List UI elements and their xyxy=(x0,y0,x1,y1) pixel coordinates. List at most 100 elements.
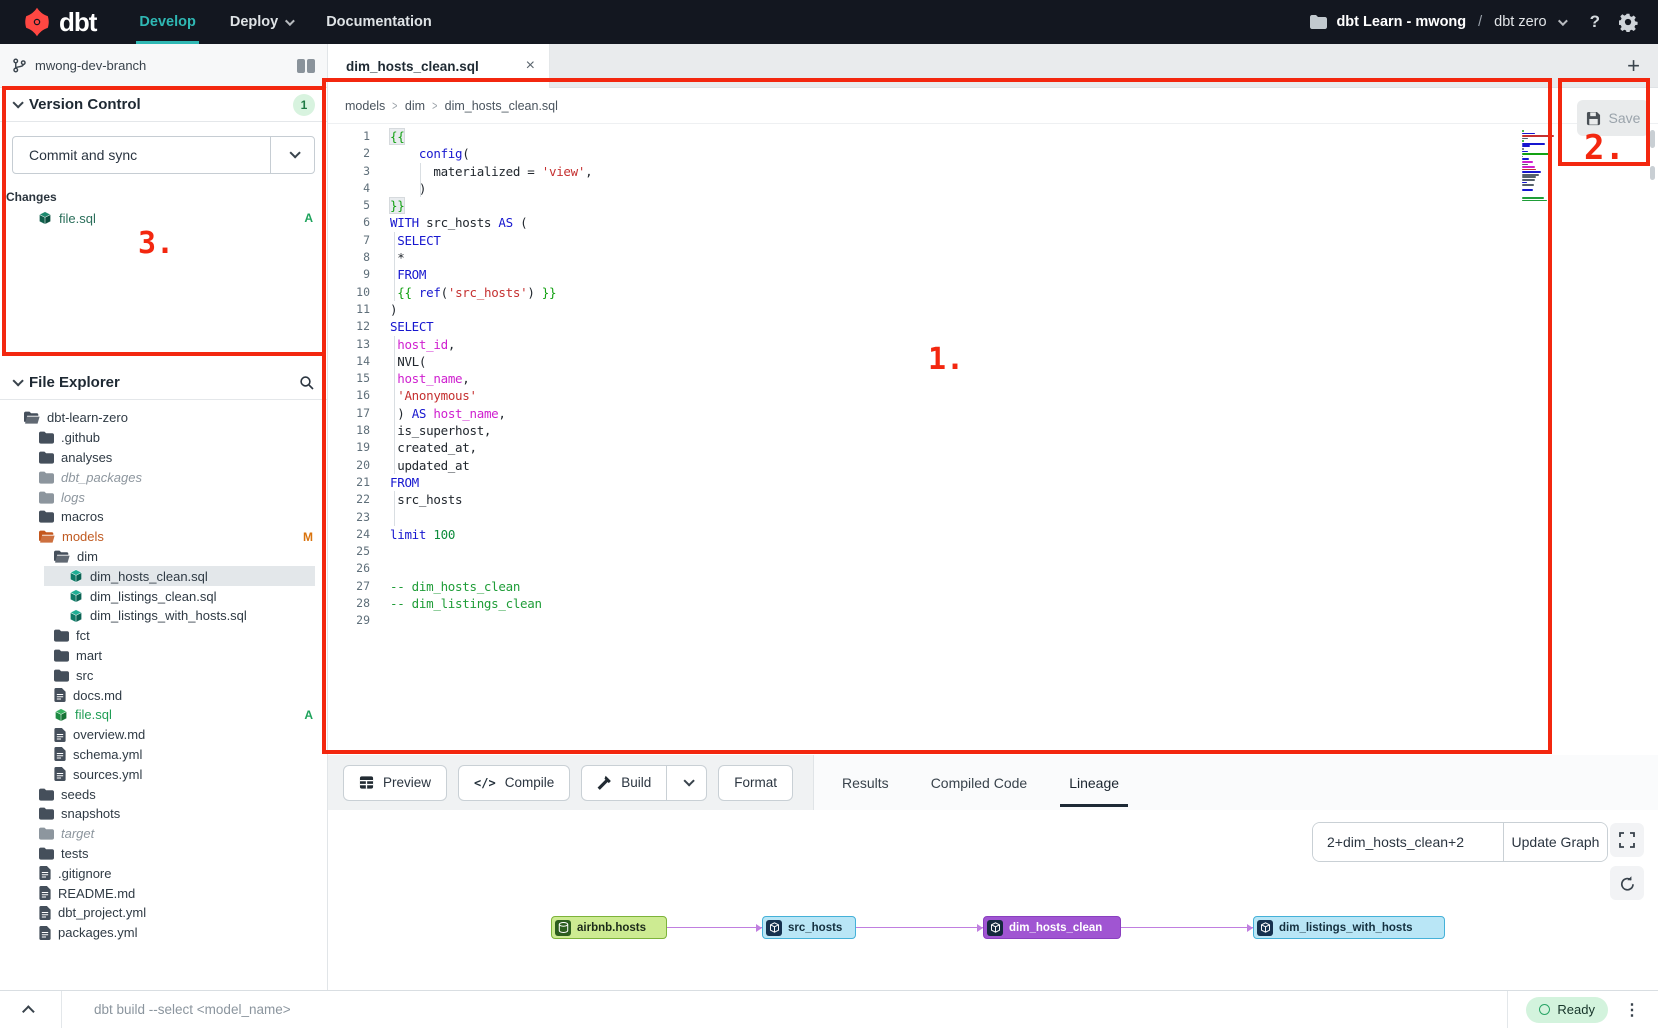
branch-name[interactable]: mwong-dev-branch xyxy=(35,58,146,73)
gear-icon[interactable] xyxy=(1619,13,1638,32)
scrollbar-thumb[interactable] xyxy=(1650,130,1655,148)
kebab-menu-icon[interactable]: ⋮ xyxy=(1624,1000,1640,1020)
tree-item-seeds[interactable]: seeds xyxy=(0,784,327,804)
command-input[interactable] xyxy=(62,1002,1507,1017)
reset-view-icon[interactable] xyxy=(1610,866,1644,900)
tree-item-schema-yml[interactable]: schema.yml xyxy=(0,745,327,765)
tree-item-dim-listings-with-hosts-sql[interactable]: dim_listings_with_hosts.sql xyxy=(0,606,327,626)
code-line: 12SELECT xyxy=(328,318,1658,335)
file-icon xyxy=(54,747,66,761)
code-text: src_hosts xyxy=(370,491,462,508)
tree-item-dbt-packages[interactable]: dbt_packages xyxy=(0,467,327,487)
breadcrumb-segment[interactable]: dim_hosts_clean.sql xyxy=(445,99,558,113)
preview-button[interactable]: Preview xyxy=(343,765,447,801)
editor-tab[interactable]: dim_hosts_clean.sql × xyxy=(328,44,550,88)
environment-selector[interactable]: dbt zero xyxy=(1494,14,1564,30)
split-panes-icon[interactable] xyxy=(297,59,315,73)
breadcrumb-segment[interactable]: models xyxy=(345,99,385,113)
version-control-title: Version Control xyxy=(29,96,141,113)
compile-button[interactable]: </> Compile xyxy=(458,765,570,801)
new-tab-button[interactable]: + xyxy=(1609,53,1658,79)
lineage-node-airbnb-hosts[interactable]: airbnb.hosts xyxy=(551,916,667,939)
tree-item-target[interactable]: target xyxy=(0,824,327,844)
tree-item-label: dbt_packages xyxy=(61,470,142,485)
build-menu-toggle[interactable] xyxy=(666,766,706,800)
tree-item-tests[interactable]: tests xyxy=(0,844,327,864)
tree-item--github[interactable]: .github xyxy=(0,428,327,448)
tree-item-macros[interactable]: macros xyxy=(0,507,327,527)
code-text: ) AS host_name, xyxy=(370,405,506,422)
close-icon[interactable]: × xyxy=(526,57,535,75)
tree-item--gitignore[interactable]: .gitignore xyxy=(0,863,327,883)
lineage-node-dim-listings-with-hosts[interactable]: dim_listings_with_hosts xyxy=(1253,916,1445,939)
code-area[interactable]: 1{{2 config(3 materialized = 'view',4 )5… xyxy=(328,124,1658,630)
tree-item-logs[interactable]: logs xyxy=(0,487,327,507)
tree-item-dim-listings-clean-sql[interactable]: dim_listings_clean.sql xyxy=(0,586,327,606)
changes-label: Changes xyxy=(6,190,327,204)
code-text: SELECT xyxy=(370,318,433,335)
file-explorer-header[interactable]: File Explorer xyxy=(0,366,327,400)
tree-item-mart[interactable]: mart xyxy=(0,646,327,666)
code-line: 19 created_at, xyxy=(328,439,1658,456)
scrollbar-thumb[interactable] xyxy=(1650,166,1655,180)
code-text: }} xyxy=(370,197,404,214)
code-text: -- dim_listings_clean xyxy=(370,595,542,612)
folder-icon xyxy=(39,431,54,444)
lineage-node-dim-hosts-clean[interactable]: dim_hosts_clean xyxy=(983,916,1121,939)
tree-item-dim-hosts-clean-sql[interactable]: dim_hosts_clean.sql xyxy=(0,566,327,586)
tree-item-snapshots[interactable]: snapshots xyxy=(0,804,327,824)
build-button[interactable]: Build xyxy=(582,766,666,800)
help-icon[interactable]: ? xyxy=(1590,12,1600,32)
nav-documentation[interactable]: Documentation xyxy=(309,0,449,44)
tree-item-overview-md[interactable]: overview.md xyxy=(0,725,327,745)
expand-panel-icon[interactable] xyxy=(0,991,62,1028)
tree-item-dim[interactable]: dim xyxy=(0,547,327,567)
fullscreen-icon[interactable] xyxy=(1610,823,1644,857)
lineage-node-src-hosts[interactable]: src_hosts xyxy=(762,916,856,939)
toolbar-buttons: Preview </> Compile Build Format xyxy=(328,755,814,810)
code-line: 4 ) xyxy=(328,180,1658,197)
tree-item-packages-yml[interactable]: packages.yml xyxy=(0,923,327,943)
code-text: limit 100 xyxy=(370,526,455,543)
tree-item-docs-md[interactable]: docs.md xyxy=(0,685,327,705)
environment-label: dbt zero xyxy=(1494,14,1546,30)
changed-file-row[interactable]: file.sql A xyxy=(0,208,327,228)
tab-lineage[interactable]: Lineage xyxy=(1069,775,1119,791)
commit-menu-toggle[interactable] xyxy=(270,137,314,173)
model-icon xyxy=(1257,920,1273,936)
search-icon[interactable] xyxy=(299,375,315,391)
breadcrumb-segment[interactable]: dim xyxy=(405,99,425,113)
version-control-header[interactable]: Version Control 1 xyxy=(0,88,327,122)
code-line: 5}} xyxy=(328,197,1658,214)
update-graph-button[interactable]: Update Graph xyxy=(1503,823,1607,861)
commit-and-sync-button[interactable]: Commit and sync xyxy=(12,136,315,174)
tab-results[interactable]: Results xyxy=(842,775,889,791)
code-line: 3 materialized = 'view', xyxy=(328,163,1658,180)
project-name[interactable]: dbt Learn - mwong xyxy=(1336,14,1466,30)
tree-item-dbt-learn-zero[interactable]: dbt-learn-zero xyxy=(0,408,327,428)
tree-item-file-sql[interactable]: file.sqlA xyxy=(0,705,327,725)
save-button[interactable]: Save xyxy=(1577,100,1649,136)
save-button-label: Save xyxy=(1609,110,1641,126)
dbt-logo[interactable]: dbt xyxy=(0,7,122,38)
format-button[interactable]: Format xyxy=(718,765,793,801)
lineage-filter-input[interactable] xyxy=(1313,823,1503,861)
line-number: 27 xyxy=(328,578,370,595)
tree-item-label: mart xyxy=(76,648,102,663)
tree-item-fct[interactable]: fct xyxy=(0,626,327,646)
nav-develop[interactable]: Develop xyxy=(122,0,212,44)
tree-item-label: overview.md xyxy=(73,727,145,742)
file-icon xyxy=(39,886,51,900)
tree-item-analyses[interactable]: analyses xyxy=(0,448,327,468)
tree-item-models[interactable]: modelsM xyxy=(0,527,327,547)
tree-item-readme-md[interactable]: README.md xyxy=(0,883,327,903)
line-number: 11 xyxy=(328,301,370,318)
tree-item-src[interactable]: src xyxy=(0,665,327,685)
line-number: 16 xyxy=(328,387,370,404)
tab-compiled-code[interactable]: Compiled Code xyxy=(931,775,1028,791)
nav-deploy[interactable]: Deploy xyxy=(213,0,309,44)
tree-item-dbt-project-yml[interactable]: dbt_project.yml xyxy=(0,903,327,923)
minimap[interactable] xyxy=(1522,130,1556,205)
code-line: 16 'Anonymous' xyxy=(328,387,1658,404)
tree-item-sources-yml[interactable]: sources.yml xyxy=(0,764,327,784)
